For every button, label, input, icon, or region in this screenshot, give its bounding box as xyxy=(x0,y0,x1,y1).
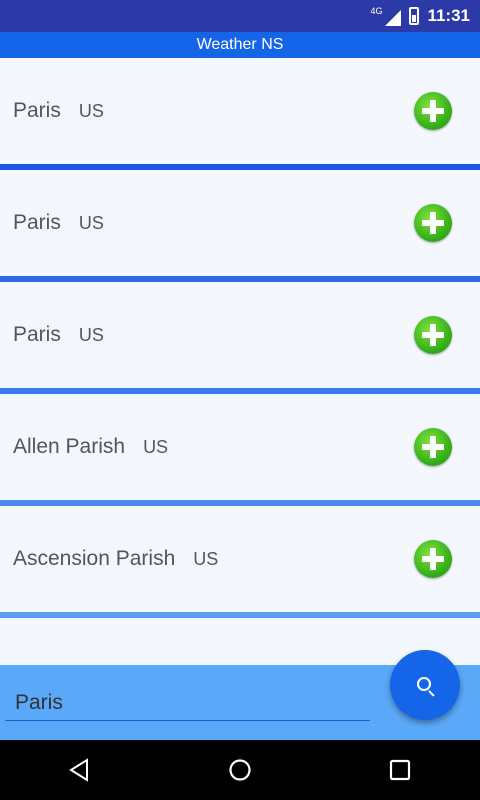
status-time: 11:31 xyxy=(427,6,470,25)
app-title: Weather NS xyxy=(196,36,284,53)
signal-icon: 4G xyxy=(370,6,402,26)
search-icon xyxy=(417,677,431,691)
home-icon xyxy=(229,759,251,781)
results-list[interactable]: Paris US Paris US Paris US Allen Parish … xyxy=(0,58,480,665)
country-code: US xyxy=(78,100,104,121)
city-name: Paris xyxy=(13,211,61,234)
city-name: Paris xyxy=(13,99,61,122)
recents-button[interactable] xyxy=(370,740,430,800)
add-city-button[interactable] xyxy=(414,316,452,354)
back-icon xyxy=(69,758,88,782)
network-type: 4G xyxy=(370,6,383,16)
add-city-button[interactable] xyxy=(414,428,452,466)
list-item[interactable]: Paris US xyxy=(0,170,480,276)
app-bar: Weather NS xyxy=(0,32,480,58)
list-item[interactable]: Paris US xyxy=(0,282,480,388)
city-name: Ascension Parish xyxy=(13,547,176,570)
list-item[interactable]: Paris US xyxy=(0,58,480,164)
list-item[interactable]: Allen Parish US xyxy=(0,394,480,500)
status-bar: 4G 11:31 xyxy=(0,0,480,32)
add-city-button[interactable] xyxy=(414,204,452,242)
country-code: US xyxy=(78,324,104,345)
country-code: US xyxy=(78,212,104,233)
back-button[interactable] xyxy=(50,740,110,800)
add-city-button[interactable] xyxy=(414,92,452,130)
search-input[interactable] xyxy=(5,685,370,721)
battery-icon xyxy=(409,7,420,25)
city-name: Allen Parish xyxy=(13,435,126,458)
search-button[interactable] xyxy=(390,650,460,720)
home-button[interactable] xyxy=(210,740,270,800)
city-name: Paris xyxy=(13,323,61,346)
list-item[interactable]: Ascension Parish US xyxy=(0,506,480,612)
recents-icon xyxy=(389,759,411,781)
country-code: US xyxy=(143,436,169,457)
add-city-button[interactable] xyxy=(414,540,452,578)
country-code: US xyxy=(193,548,219,569)
system-nav-bar xyxy=(0,740,480,800)
